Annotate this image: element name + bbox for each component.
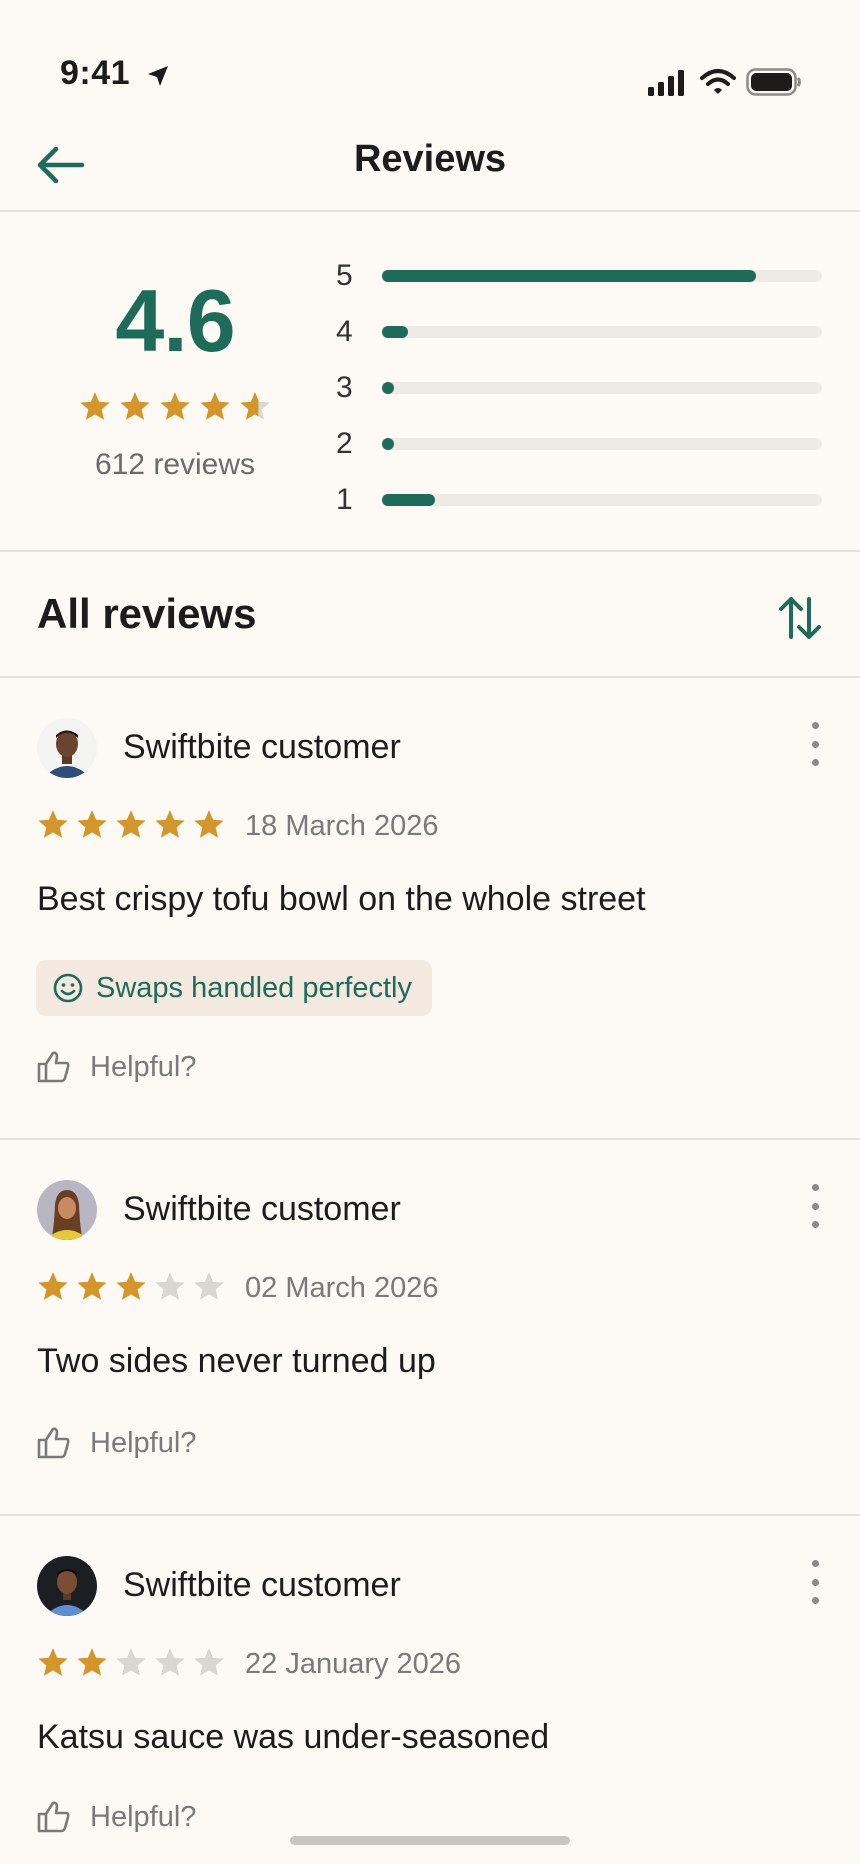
rating-bar-row: 2 <box>336 416 826 472</box>
review-count: 612 reviews <box>94 448 256 481</box>
review-date: 22 January 2026 <box>245 1648 462 1680</box>
reviewer-photo <box>37 1556 97 1616</box>
sort-button[interactable] <box>770 588 830 648</box>
star-icon <box>116 1272 146 1300</box>
thumbs-up-icon <box>37 1427 70 1459</box>
rating-bar-row: 3 <box>336 360 826 416</box>
more-options-button[interactable] <box>800 1560 830 1604</box>
review-date: 02 March 2026 <box>245 1272 439 1304</box>
helpful-button[interactable]: Helpful? <box>36 1800 196 1834</box>
star-icon <box>160 392 190 420</box>
home-indicator[interactable] <box>290 1836 570 1845</box>
star-icon <box>155 1648 185 1676</box>
star-icon <box>194 1272 224 1300</box>
star-icon <box>155 1272 185 1300</box>
rating-bar-track <box>382 494 822 506</box>
star-icon <box>80 392 110 420</box>
all-reviews-title: All reviews <box>37 590 257 637</box>
star-icon <box>38 810 68 838</box>
rating-bar-row: 1 <box>336 472 826 528</box>
battery-icon <box>746 68 801 96</box>
rating-bar-label: 4 <box>336 315 353 348</box>
rating-bar-fill <box>382 494 435 506</box>
rating-bar-fill <box>382 382 394 394</box>
status-bar: 9:41 <box>0 0 860 120</box>
reviewer-name: Swiftbite customer <box>123 1190 401 1228</box>
more-options-button[interactable] <box>800 1184 830 1228</box>
star-icon <box>155 810 185 838</box>
star-icon <box>240 392 270 420</box>
average-rating-stars <box>78 390 272 424</box>
reviewer-name: Swiftbite customer <box>123 1566 401 1604</box>
rating-bar-track <box>382 270 822 282</box>
star-icon <box>194 810 224 838</box>
rating-bar-fill <box>382 326 409 338</box>
star-icon <box>200 392 230 420</box>
rating-bar-track <box>382 326 822 338</box>
review-stars <box>36 1270 226 1304</box>
page-title: Reviews <box>353 138 507 180</box>
review-card: Swiftbite customer 02 March 2026 Two sid… <box>0 1140 860 1516</box>
helpful-button[interactable]: Helpful? <box>36 1426 196 1460</box>
smiley-icon <box>53 973 83 1003</box>
helpful-label: Helpful? <box>90 1050 197 1083</box>
rating-bar-label: 3 <box>336 371 353 404</box>
star-icon <box>77 1272 107 1300</box>
review-card: Swiftbite customer 22 January 2026 Katsu… <box>0 1516 860 1864</box>
status-time: 9:41 <box>60 54 131 92</box>
thumbs-up-icon <box>37 1801 70 1833</box>
rating-bar-track <box>382 438 822 450</box>
sort-arrows-icon <box>779 597 821 639</box>
avatar <box>37 1180 97 1240</box>
location-arrow-icon <box>148 66 168 86</box>
rating-breakdown: 5 4 3 2 1 <box>336 248 826 528</box>
helpful-button[interactable]: Helpful? <box>36 1050 196 1084</box>
review-card: Swiftbite customer 18 March 2026 Best cr… <box>0 678 860 1140</box>
star-icon <box>38 1648 68 1676</box>
star-icon <box>77 810 107 838</box>
top-navigation-bar: Reviews <box>0 120 860 212</box>
helpful-label: Helpful? <box>90 1800 197 1833</box>
star-icon <box>38 1272 68 1300</box>
rating-bar-fill <box>382 270 756 282</box>
rating-summary: 4.6 612 reviews 5 4 3 2 1 <box>0 212 860 552</box>
review-stars <box>36 1646 226 1680</box>
avatar <box>37 718 97 778</box>
star-icon <box>194 1648 224 1676</box>
review-text: Two sides never turned up <box>37 1342 436 1380</box>
thumbs-up-icon <box>37 1051 70 1083</box>
helpful-label: Helpful? <box>90 1426 197 1459</box>
cellular-signal-icon <box>648 70 684 96</box>
rating-bar-label: 2 <box>336 427 353 460</box>
rating-bar-row: 5 <box>336 248 826 304</box>
rating-bar-label: 1 <box>336 483 353 516</box>
rating-bar-track <box>382 382 822 394</box>
reviewer-name: Swiftbite customer <box>123 728 401 766</box>
review-text: Best crispy tofu bowl on the whole stree… <box>37 880 646 918</box>
reviewer-photo <box>37 718 97 778</box>
average-rating: 4.6 <box>115 271 235 370</box>
rating-bar-label: 5 <box>336 259 353 292</box>
star-icon <box>77 1648 107 1676</box>
review-tag-label: Swaps handled perfectly <box>96 971 412 1004</box>
reviewer-photo <box>37 1180 97 1240</box>
star-icon <box>120 392 150 420</box>
wifi-icon <box>700 69 736 94</box>
review-text: Katsu sauce was under-seasoned <box>37 1718 550 1756</box>
more-options-button[interactable] <box>800 722 830 766</box>
avatar <box>37 1556 97 1616</box>
rating-bar-row: 4 <box>336 304 826 360</box>
review-stars <box>36 808 226 842</box>
star-icon <box>116 810 146 838</box>
star-icon <box>116 1648 146 1676</box>
review-tag: Swaps handled perfectly <box>36 960 432 1016</box>
review-date: 18 March 2026 <box>245 810 439 842</box>
all-reviews-header: All reviews <box>0 552 860 678</box>
rating-bar-fill <box>382 438 394 450</box>
